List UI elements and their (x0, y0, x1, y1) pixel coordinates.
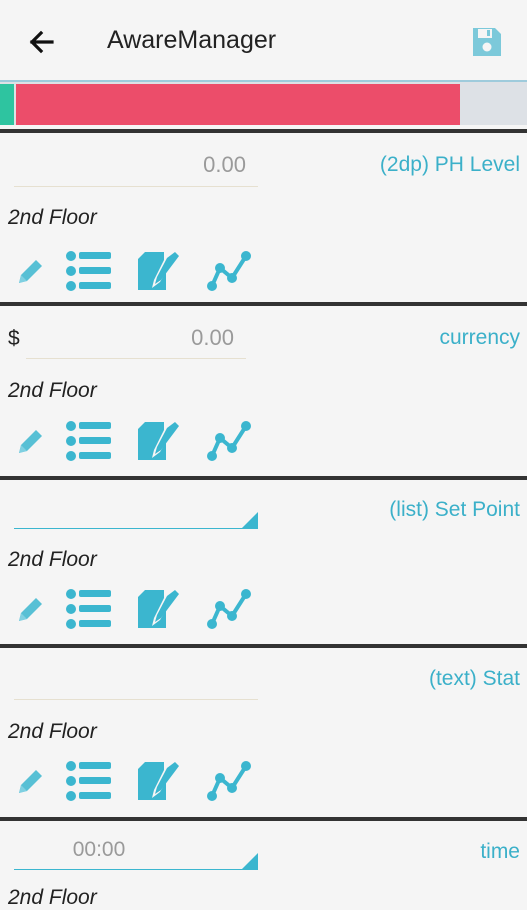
time-value[interactable]: 00:00 (14, 838, 184, 862)
location-label: 2nd Floor (8, 206, 97, 229)
currency-underline (26, 358, 246, 359)
arrow-left-icon[interactable] (22, 22, 62, 62)
divider (0, 476, 527, 480)
progress-segment-red (16, 84, 460, 125)
time-label: time (480, 840, 520, 863)
list-icon[interactable] (66, 250, 114, 297)
ph-level-label: (2dp) PH Level (379, 153, 520, 176)
dropdown-triangle-icon[interactable] (242, 853, 258, 869)
set-point-dropdown-line[interactable] (14, 528, 258, 529)
pencil-icon[interactable] (14, 254, 48, 293)
location-label: 2nd Floor (8, 886, 97, 909)
ph-level-underline (14, 186, 258, 187)
location-label: 2nd Floor (8, 720, 97, 743)
progress-bar (0, 80, 527, 125)
location-label: 2nd Floor (8, 548, 97, 571)
trend-chart-icon[interactable] (206, 420, 252, 467)
divider (0, 129, 527, 133)
location-label: 2nd Floor (8, 379, 97, 402)
pencil-icon[interactable] (14, 592, 48, 631)
stat-text-underline[interactable] (14, 699, 258, 700)
list-icon[interactable] (66, 760, 114, 807)
progress-track (460, 84, 527, 125)
trend-chart-icon[interactable] (206, 250, 252, 297)
set-point-label: (list) Set Point (389, 498, 520, 521)
edit-note-icon[interactable] (136, 420, 180, 467)
time-dropdown-line[interactable] (14, 869, 258, 870)
floppy-disk-icon[interactable] (470, 25, 504, 59)
app-bar: AwareManager (0, 0, 527, 80)
pencil-icon[interactable] (14, 764, 48, 803)
currency-label: currency (439, 326, 520, 349)
divider (0, 644, 527, 648)
edit-note-icon[interactable] (136, 588, 180, 635)
pencil-icon[interactable] (14, 424, 48, 463)
trend-chart-icon[interactable] (206, 760, 252, 807)
edit-note-icon[interactable] (136, 250, 180, 297)
divider (0, 817, 527, 821)
currency-value[interactable]: 0.00 (26, 325, 234, 351)
edit-note-icon[interactable] (136, 760, 180, 807)
list-icon[interactable] (66, 588, 114, 635)
currency-prefix: $ (8, 327, 20, 350)
app-title: AwareManager (107, 26, 277, 54)
progress-segment-green (0, 84, 14, 125)
divider (0, 302, 527, 306)
stat-label: (text) Stat (428, 667, 520, 690)
list-icon[interactable] (66, 420, 114, 467)
dropdown-triangle-icon[interactable] (242, 512, 258, 528)
ph-level-value[interactable]: 0.00 (14, 152, 246, 178)
trend-chart-icon[interactable] (206, 588, 252, 635)
